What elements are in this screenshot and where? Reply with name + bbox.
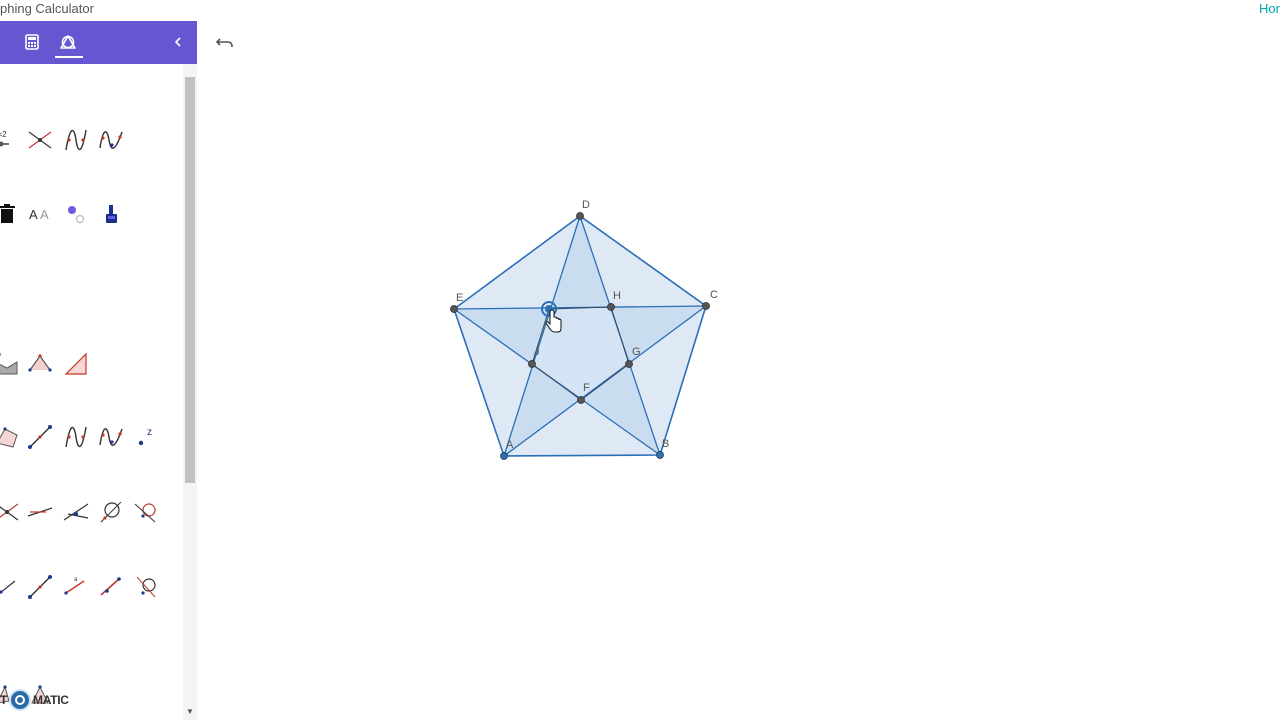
- svg-text:a=2: a=2: [0, 130, 7, 139]
- segment-tool[interactable]: [25, 572, 55, 602]
- right-triangle-tool[interactable]: [61, 349, 91, 379]
- segment-icon: [28, 575, 52, 599]
- intersect-tool[interactable]: [0, 497, 22, 527]
- point-tool[interactable]: z: [132, 422, 162, 452]
- svg-text:A: A: [29, 207, 38, 222]
- sidebar-scrollbar-thumb[interactable]: [185, 77, 195, 483]
- circle-icon: [100, 501, 122, 523]
- freehand-function-icon: [99, 131, 123, 149]
- vector-tool[interactable]: a: [61, 572, 91, 602]
- delete-tool[interactable]: [0, 199, 22, 229]
- function-tool[interactable]: [61, 125, 91, 155]
- chevron-left-icon: [174, 37, 181, 47]
- geogebra-app: phing Calculator Hor 2 A A z a ▼ T MATIC…: [0, 0, 1280, 720]
- collapse-sidebar-button[interactable]: [165, 29, 191, 55]
- svg-text:m²: m²: [0, 353, 2, 360]
- polygon-tool[interactable]: [0, 422, 22, 452]
- svg-text:a: a: [74, 577, 78, 583]
- show-hide-icon: [68, 206, 85, 224]
- title-bar: phing Calculator Hor: [0, 0, 1280, 21]
- sidebar-header: [0, 21, 197, 64]
- point-J[interactable]: [528, 360, 536, 368]
- locus-tool[interactable]: [132, 572, 162, 602]
- freehand-function-tool[interactable]: [96, 125, 126, 155]
- circle-tool[interactable]: [96, 497, 126, 527]
- show-hide-tool[interactable]: [61, 199, 91, 229]
- text-style-icon: AA: [29, 207, 49, 222]
- segment-tool[interactable]: [25, 422, 55, 452]
- point-H[interactable]: [607, 303, 615, 311]
- text-style-tool[interactable]: AA: [25, 199, 55, 229]
- point-G[interactable]: [625, 360, 633, 368]
- segment-icon: [28, 425, 52, 449]
- freehand-tool[interactable]: [96, 422, 126, 452]
- calculator-icon: [25, 34, 39, 50]
- perpendicular-icon: [63, 503, 89, 521]
- scroll-down-arrow-icon[interactable]: ▼: [185, 707, 195, 717]
- locus-icon: [136, 576, 156, 598]
- function-icon: [65, 426, 87, 448]
- watermark-left-text: T: [0, 693, 8, 707]
- function-icon: [65, 129, 87, 151]
- home-link[interactable]: Hor: [1259, 1, 1280, 16]
- point-icon: z: [138, 427, 152, 446]
- vector-from-point-icon: [100, 577, 121, 596]
- slider-tool[interactable]: a=2: [0, 125, 22, 155]
- screencast-watermark: T MATIC: [0, 689, 69, 711]
- svg-text:z: z: [147, 427, 152, 438]
- tangent-tool[interactable]: [132, 497, 162, 527]
- polygon-icon: [0, 427, 18, 448]
- intersect-icon: [0, 503, 19, 521]
- slider-icon: a=2: [0, 130, 9, 147]
- angle-tool[interactable]: [25, 349, 55, 379]
- tools-sidebar: a=2AAm²za ▼ T MATIC: [0, 21, 197, 720]
- function-tool[interactable]: [61, 422, 91, 452]
- right-triangle-icon: [64, 352, 87, 375]
- undo-button[interactable]: [214, 32, 236, 54]
- copy-style-tool[interactable]: [96, 199, 126, 229]
- perpendicular-tool[interactable]: [61, 497, 91, 527]
- point-F[interactable]: [577, 396, 585, 404]
- intersect-tool[interactable]: [25, 125, 55, 155]
- area-tool[interactable]: m²: [0, 349, 22, 379]
- vector-from-point-tool[interactable]: [96, 572, 126, 602]
- tangent-icon: [134, 503, 156, 523]
- app-title: phing Calculator: [0, 1, 94, 16]
- point-E[interactable]: [450, 305, 458, 313]
- point-A[interactable]: [500, 452, 508, 460]
- geometry-tools-icon: [60, 35, 76, 49]
- watermark-right-text: MATIC: [33, 693, 69, 707]
- area-icon: m²: [0, 353, 18, 375]
- freehand-icon: [99, 428, 123, 446]
- delete-icon: [0, 204, 15, 223]
- svg-text:A: A: [40, 207, 49, 222]
- active-tab-indicator: [55, 56, 83, 58]
- watermark-logo-icon: [9, 689, 32, 711]
- angle-icon: [28, 354, 52, 372]
- graphics-view[interactable]: [198, 21, 1280, 720]
- point-B[interactable]: [656, 451, 664, 459]
- ray-icon: [0, 580, 16, 594]
- calculator-tab[interactable]: [19, 29, 45, 55]
- undo-icon: [216, 38, 233, 47]
- copy-style-icon: [106, 205, 117, 223]
- point-C[interactable]: [702, 302, 710, 310]
- ray-tool[interactable]: [0, 572, 22, 602]
- line-tool[interactable]: [25, 497, 55, 527]
- point-I[interactable]: [545, 305, 553, 313]
- intersect-icon: [28, 131, 52, 149]
- vector-icon: a: [64, 577, 85, 595]
- line-icon: [27, 507, 53, 517]
- tools-tab[interactable]: [55, 29, 81, 55]
- point-D[interactable]: [576, 212, 584, 220]
